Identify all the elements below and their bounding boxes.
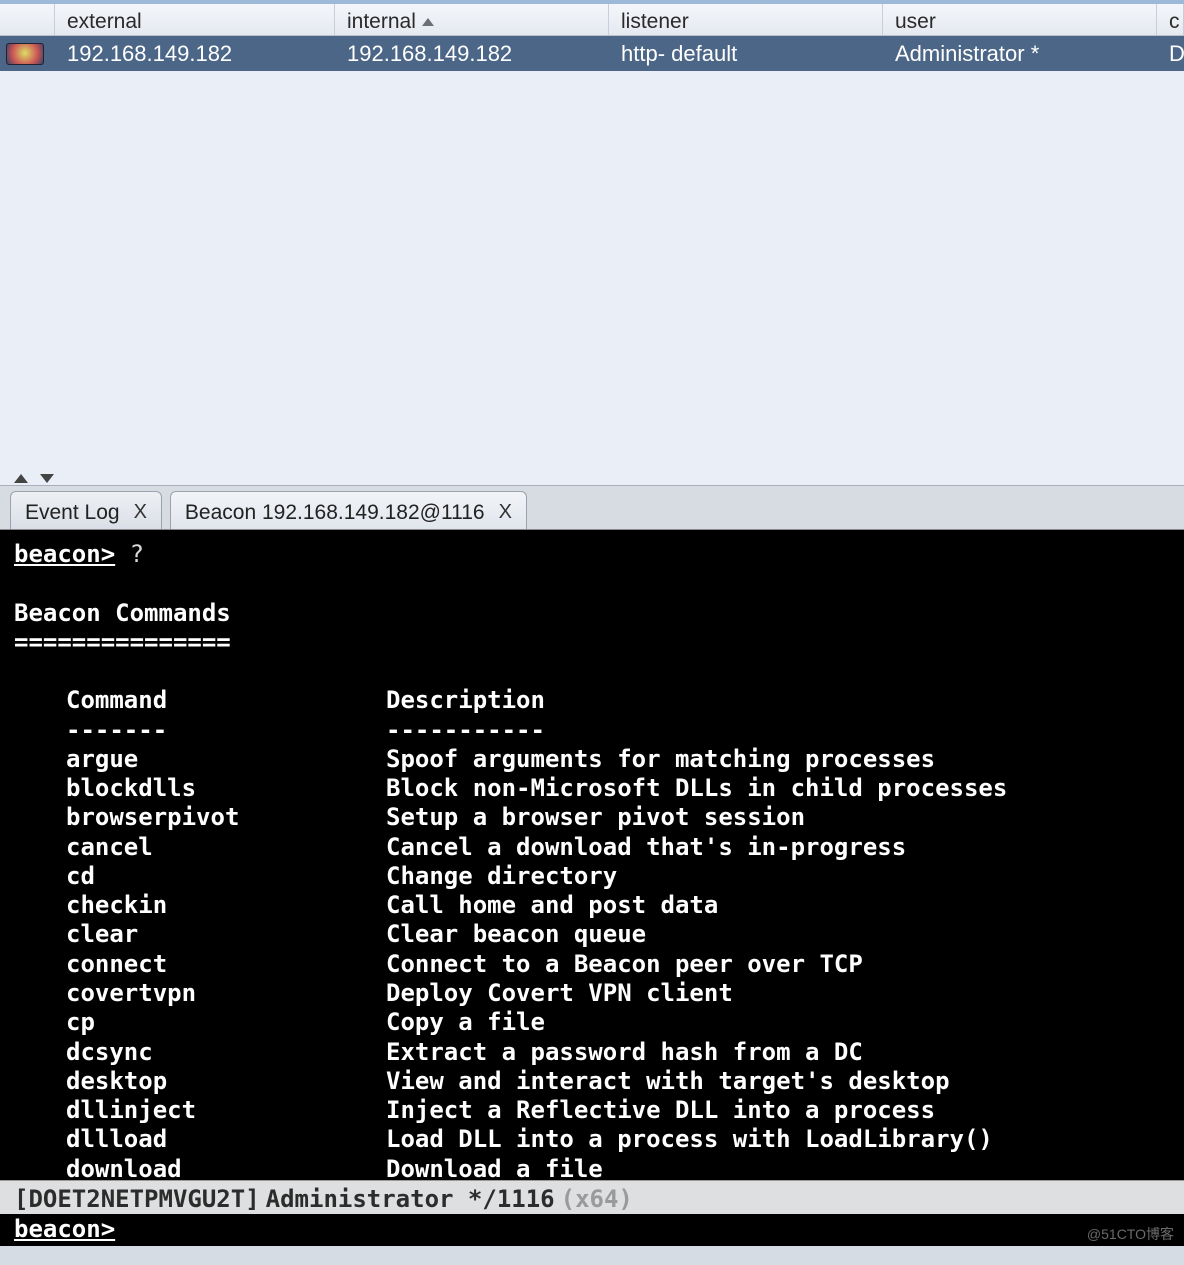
console-header-cmd-rule: -------: [66, 716, 386, 745]
cmd-name: cd: [66, 862, 386, 891]
console-input-line[interactable]: beacon> @51CTO博客: [0, 1214, 1184, 1246]
splitter-handles[interactable]: [14, 474, 54, 483]
cell-external: 192.168.149.182: [55, 41, 335, 67]
console-command-list: argueSpoof arguments for matching proces…: [14, 745, 1170, 1180]
console-input-prompt: beacon>: [14, 1215, 115, 1243]
status-host: [DOET2NETPMVGU2T]: [14, 1185, 260, 1213]
cell-listener: http- default: [609, 41, 883, 67]
cmd-name: dllload: [66, 1125, 386, 1154]
cmd-desc: Change directory: [386, 862, 617, 890]
session-icon-cell: [0, 43, 55, 65]
cmd-desc: Inject a Reflective DLL into a process: [386, 1096, 935, 1124]
cmd-name: browserpivot: [66, 803, 386, 832]
splitter-down-icon: [40, 474, 54, 483]
status-arch: (x64): [561, 1185, 633, 1213]
cmd-desc: Deploy Covert VPN client: [386, 979, 733, 1007]
status-user: Administrator */1116: [266, 1185, 555, 1213]
cmd-name: dcsync: [66, 1038, 386, 1067]
sessions-pane: external internal listener user c 192.16…: [0, 0, 1184, 486]
tab-event-log-label: Event Log: [25, 501, 120, 525]
tab-event-log[interactable]: Event Log X: [10, 491, 162, 529]
cell-overflow: D: [1157, 41, 1184, 67]
cmd-name: connect: [66, 950, 386, 979]
beacon-icon: [6, 43, 44, 65]
session-row[interactable]: 192.168.149.182 192.168.149.182 http- de…: [0, 36, 1184, 71]
watermark: @51CTO博客: [1087, 1224, 1174, 1244]
header-listener[interactable]: listener: [609, 4, 883, 35]
cmd-desc: Extract a password hash from a DC: [386, 1038, 863, 1066]
console-header-command: Command: [66, 686, 386, 715]
cmd-name: argue: [66, 745, 386, 774]
cmd-desc: View and interact with target's desktop: [386, 1067, 950, 1095]
cmd-name: download: [66, 1155, 386, 1180]
close-icon[interactable]: X: [499, 501, 512, 524]
cmd-desc: Block non-Microsoft DLLs in child proces…: [386, 774, 1007, 802]
cmd-desc: Copy a file: [386, 1008, 545, 1036]
cell-user: Administrator *: [883, 41, 1157, 67]
header-icon-col[interactable]: [0, 4, 55, 35]
cmd-desc: Setup a browser pivot session: [386, 803, 805, 831]
cmd-name: dllinject: [66, 1096, 386, 1125]
cmd-desc: Cancel a download that's in-progress: [386, 833, 906, 861]
close-icon[interactable]: X: [134, 501, 147, 524]
cmd-desc: Spoof arguments for matching processes: [386, 745, 935, 773]
header-external[interactable]: external: [55, 4, 335, 35]
console-prompt: beacon>: [14, 540, 115, 568]
console-section-title: Beacon Commands: [14, 599, 231, 627]
splitter-up-icon: [14, 474, 28, 483]
console-header-description: Description: [386, 686, 545, 714]
cmd-name: clear: [66, 920, 386, 949]
cmd-name: cp: [66, 1008, 386, 1037]
header-overflow[interactable]: c: [1157, 4, 1184, 35]
status-bar: [DOET2NETPMVGU2T] Administrator */1116 (…: [0, 1180, 1184, 1214]
cmd-name: cancel: [66, 833, 386, 862]
header-internal-label: internal: [347, 10, 416, 34]
console-section-rule: ===============: [14, 628, 231, 656]
cell-internal: 192.168.149.182: [335, 41, 609, 67]
beacon-console[interactable]: beacon> ? Beacon Commands ==============…: [0, 530, 1184, 1180]
sessions-header-row: external internal listener user c: [0, 0, 1184, 36]
cmd-name: blockdlls: [66, 774, 386, 803]
sort-asc-icon: [422, 18, 434, 26]
cmd-desc: Clear beacon queue: [386, 920, 646, 948]
cmd-name: covertvpn: [66, 979, 386, 1008]
cmd-desc: Connect to a Beacon peer over TCP: [386, 950, 863, 978]
tab-beacon-label: Beacon 192.168.149.182@1116: [185, 501, 485, 525]
cmd-desc: Call home and post data: [386, 891, 718, 919]
header-user[interactable]: user: [883, 4, 1157, 35]
cmd-name: checkin: [66, 891, 386, 920]
cmd-desc: Download a file: [386, 1155, 603, 1180]
console-header-desc-rule: -----------: [386, 716, 545, 744]
console-entered: ?: [130, 540, 144, 568]
cmd-name: desktop: [66, 1067, 386, 1096]
cmd-desc: Load DLL into a process with LoadLibrary…: [386, 1125, 993, 1153]
tab-beacon[interactable]: Beacon 192.168.149.182@1116 X: [170, 491, 527, 529]
tab-bar: Event Log X Beacon 192.168.149.182@1116 …: [0, 486, 1184, 530]
header-internal[interactable]: internal: [335, 4, 609, 35]
